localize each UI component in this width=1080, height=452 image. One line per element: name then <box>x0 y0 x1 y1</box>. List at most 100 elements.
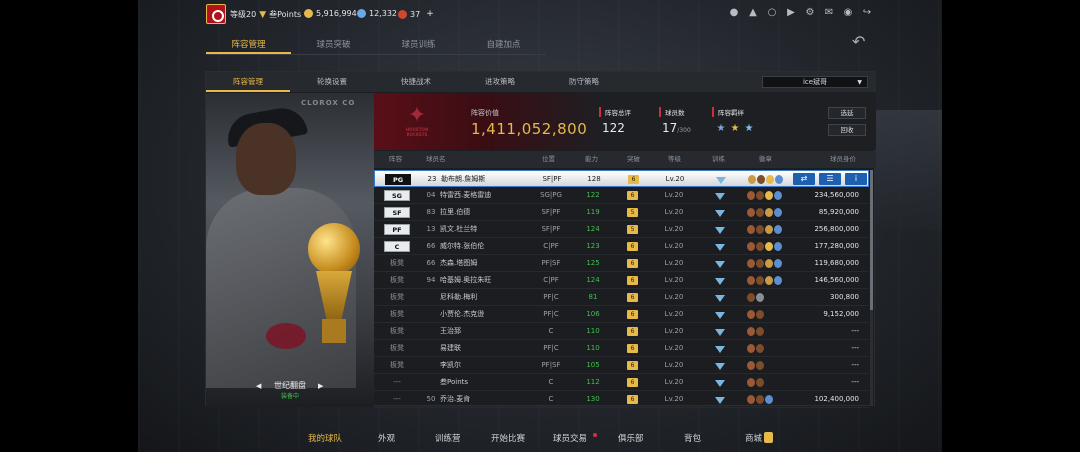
table-row[interactable]: 板凳 66 杰森.塔图姆 PF|SF 125 6 Lv.20 119,680,000 <box>374 255 869 272</box>
friends-icon[interactable]: ○ <box>767 8 777 18</box>
badge-icon <box>765 276 773 285</box>
train-button[interactable]: ☰ <box>819 173 841 185</box>
row-badges <box>747 191 782 200</box>
table-row[interactable]: 板凳 尼科勒.梅利 PF|C 81 6 Lv.20 300,800 <box>374 289 869 306</box>
rating-value: 122 <box>602 121 625 135</box>
back-icon[interactable]: ↶ <box>852 34 874 50</box>
tab-break[interactable]: 球员突破 <box>291 37 376 54</box>
row-salary: 102,400,000 <box>814 395 859 403</box>
row-position: SF|PF <box>541 208 561 216</box>
row-lineup-slot: PG <box>385 174 411 185</box>
row-break-badge: 6 <box>627 344 638 353</box>
row-lineup-slot: 板凳 <box>390 293 404 301</box>
headset-icon[interactable]: ◉ <box>843 8 853 18</box>
nav-club[interactable]: 俱乐部 <box>618 432 644 444</box>
player-head-image <box>236 123 296 195</box>
row-level: Lv.20 <box>664 225 684 233</box>
row-position: PF|C <box>543 310 559 318</box>
chat-icon[interactable]: ✉ <box>824 8 834 18</box>
add-currency-button[interactable]: + <box>426 9 434 19</box>
player-card[interactable]: CLOROX CO ◀ 世纪翻盘 ▶ 装备中 <box>206 93 374 407</box>
row-badges <box>747 327 764 336</box>
avatar[interactable] <box>206 4 226 24</box>
row-salary: 300,800 <box>830 293 859 301</box>
row-ability: 125 <box>586 259 600 267</box>
row-badges <box>747 395 773 404</box>
row-player-name: 尼科勒.梅利 <box>440 293 478 301</box>
gold-value: 5,916,994 <box>316 9 357 18</box>
row-badges <box>747 259 782 268</box>
nav-start-game[interactable]: 开始比赛 <box>491 432 525 444</box>
table-row[interactable]: 板凳 王治郅 C 110 6 Lv.20 --- <box>374 323 869 340</box>
tab-lineup[interactable]: 阵容管理 <box>206 37 291 54</box>
header-position: 位置 <box>542 155 555 163</box>
tab-custom-points[interactable]: 自建加点 <box>461 37 546 54</box>
table-row[interactable]: PF 13 凯文.杜兰特 SF|PF 124 5 Lv.20 256,800,000 <box>374 221 869 238</box>
table-row[interactable]: C 66 威尔特.张伯伦 C|PF 123 6 Lv.20 177,280,000 <box>374 238 869 255</box>
row-number: 66 <box>426 259 436 267</box>
row-player-name: 特雷西.麦格雷迪 <box>440 191 492 199</box>
badge-icon <box>747 395 755 404</box>
row-badges <box>747 293 764 302</box>
badge-icon <box>747 225 755 234</box>
ticket-value: 37 <box>410 9 421 19</box>
table-row[interactable]: SF 83 拉里.伯德 SF|PF 119 5 Lv.20 85,920,000 <box>374 204 869 221</box>
row-number: 83 <box>426 208 436 216</box>
header-level: 等级 <box>668 155 681 163</box>
recycle-button[interactable]: 回收 <box>828 124 866 136</box>
table-row[interactable]: --- 叁Points C 112 6 Lv.20 --- <box>374 374 869 391</box>
nav-player-trade[interactable]: 球员交易 <box>553 432 587 444</box>
gold-counter: 5,916,994 <box>304 9 357 18</box>
nav-my-team[interactable]: 我的球队 <box>308 432 342 444</box>
honor-icons[interactable]: ★ ★ ★ <box>715 123 755 135</box>
exit-icon[interactable]: ↪ <box>862 8 872 18</box>
row-position: SF|PF <box>542 175 562 183</box>
nav-store[interactable]: 商城 <box>745 432 762 444</box>
badge-icon <box>756 259 764 268</box>
row-badges <box>748 175 783 184</box>
subtab-rotation[interactable]: 轮换设置 <box>290 72 374 92</box>
select-button[interactable]: 选延 <box>828 107 866 119</box>
training-icon <box>714 208 726 217</box>
nav-training-camp[interactable]: 训练营 <box>435 432 461 444</box>
row-ability: 105 <box>586 361 600 369</box>
table-row[interactable]: SG 04 特雷西.麦格雷迪 SG|PG 122 6 Lv.20 234,560,000 <box>374 187 869 204</box>
trophy-image <box>304 223 364 343</box>
person-icon[interactable]: ● <box>729 8 739 18</box>
top-bar: 等级20 ▼ 叁Points 5,916,994 12,332 37 + ● ▲… <box>138 0 942 30</box>
table-row[interactable]: --- 50 乔治.麦肯 C 130 6 Lv.20 102,400,000 <box>374 391 869 408</box>
badge-icon <box>747 344 755 353</box>
badge-icon <box>765 208 773 217</box>
subtab-lineup[interactable]: 阵容管理 <box>206 72 290 92</box>
table-row[interactable]: 板凳 易建联 PF|C 110 6 Lv.20 --- <box>374 340 869 357</box>
table-row[interactable]: PG 23 勒布朗.詹姆斯 SF|PF 128 6 Lv.20 ⇄ ☰ i <box>374 170 869 187</box>
table-scrollbar[interactable] <box>870 170 873 405</box>
badge-icon <box>757 175 765 184</box>
table-row[interactable]: 板凳 94 哈基姆.奥拉朱旺 C|PF 124 6 Lv.20 146,560,000 <box>374 272 869 289</box>
card-next-icon[interactable]: ▶ <box>318 382 323 390</box>
badge-icon <box>756 208 764 217</box>
row-badges <box>747 225 782 234</box>
subtab-defense[interactable]: 防守策略 <box>542 72 626 92</box>
info-button[interactable]: i <box>845 173 867 185</box>
settings-icon[interactable]: ⚙ <box>805 8 815 18</box>
training-icon <box>714 344 726 353</box>
tab-training[interactable]: 球员训练 <box>376 37 461 54</box>
nav-appearance[interactable]: 外观 <box>378 432 395 444</box>
subtab-quick-tactics[interactable]: 快捷战术 <box>374 72 458 92</box>
diamond-counter: 12,332 <box>357 9 397 18</box>
nav-backpack[interactable]: 背包 <box>684 432 701 444</box>
row-ability: 124 <box>586 276 600 284</box>
row-badges <box>747 378 764 387</box>
row-salary: 256,800,000 <box>814 225 859 233</box>
row-badges <box>747 310 764 319</box>
video-icon[interactable]: ▶ <box>786 8 796 18</box>
table-row[interactable]: 板凳 李凯尔 PF|SF 105 6 Lv.20 --- <box>374 357 869 374</box>
team-select[interactable]: ice斌哥 ▼ <box>762 76 868 88</box>
bell-icon[interactable]: ▲ <box>748 8 758 18</box>
row-lineup-slot: 板凳 <box>390 276 404 284</box>
row-ability: 110 <box>586 344 600 352</box>
swap-button[interactable]: ⇄ <box>793 173 815 185</box>
table-row[interactable]: 板凳 小贾伦.杰克逊 PF|C 106 6 Lv.20 9,152,000 <box>374 306 869 323</box>
subtab-offense[interactable]: 进攻策略 <box>458 72 542 92</box>
